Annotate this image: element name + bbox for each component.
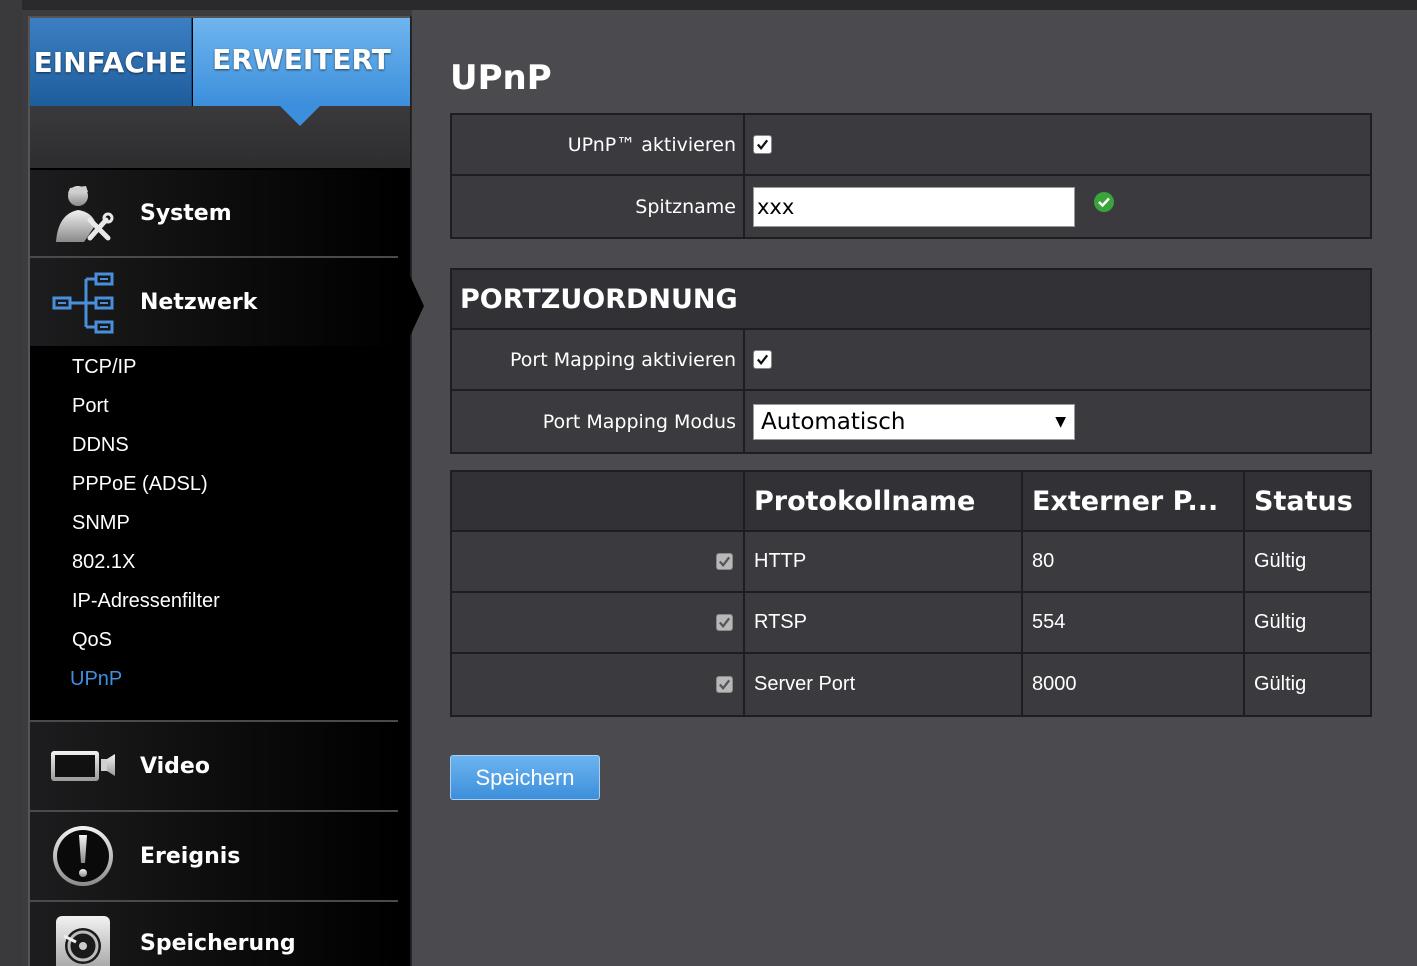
sidebar-item-snmp[interactable]: SNMP [72, 512, 130, 535]
table-row: RTSP 554 Gültig [452, 593, 1370, 654]
sidebar-item-8021x[interactable]: 802.1X [72, 551, 135, 574]
external-port-cell: 554 [1023, 593, 1245, 652]
sidebar: EINFACHE ERWEITERT System Netzwerk TCP/I… [28, 16, 424, 966]
protocol-cell: RTSP [745, 593, 1023, 652]
chevron-down-icon: ▼ [1055, 413, 1066, 430]
port-mapping-table: PORTZUORDNUNG Port Mapping aktivieren Po… [450, 268, 1372, 454]
status-cell: Gültig [1254, 673, 1307, 695]
sidebar-section-video[interactable]: Video [30, 722, 398, 810]
checkmark-icon [756, 139, 769, 151]
mode-tabs: EINFACHE ERWEITERT [30, 18, 410, 106]
sidebar-section-label: Video [140, 753, 210, 779]
sidebar-item-qos[interactable]: QoS [72, 629, 112, 652]
sidebar-item-tcpip[interactable]: TCP/IP [72, 356, 136, 379]
upnp-settings-table: UPnP™ aktivieren Spitzname xxx [450, 113, 1372, 239]
header-status[interactable]: Status [1245, 472, 1370, 530]
header-protocol[interactable]: Protokollname [745, 472, 1023, 530]
sidebar-section-network[interactable]: Netzwerk [30, 258, 398, 346]
upnp-enable-row: UPnP™ aktivieren [452, 115, 1370, 176]
sidebar-section-label: Ereignis [140, 843, 241, 869]
port-mapping-mode-row: Port Mapping Modus Automatisch ▼ [452, 391, 1370, 452]
camera-icon [48, 731, 118, 801]
port-mapping-section-title: PORTZUORDNUNG [452, 270, 1370, 330]
window-frame-left [0, 0, 22, 966]
nickname-label: Spitzname [452, 176, 745, 237]
sidebar-item-ddns[interactable]: DDNS [72, 434, 129, 457]
sidebar-item-pppoe[interactable]: PPPoE (ADSL) [72, 473, 208, 496]
external-port-cell: 80 [1023, 532, 1245, 591]
upnp-enable-checkbox[interactable] [753, 135, 772, 154]
row-checkbox [716, 676, 733, 693]
port-mapping-enable-row: Port Mapping aktivieren [452, 330, 1370, 391]
active-tab-indicator [280, 106, 320, 126]
port-mapping-mode-select[interactable]: Automatisch ▼ [753, 403, 1075, 440]
nickname-row: Spitzname xxx [452, 176, 1370, 237]
header-select-column [452, 472, 745, 530]
upnp-enable-label: UPnP™ aktivieren [452, 115, 745, 174]
page-title: UPnP [450, 58, 552, 98]
sidebar-item-port[interactable]: Port [72, 395, 109, 418]
sidebar-section-label: Speicherung [140, 930, 296, 956]
sidebar-item-upnp[interactable]: UPnP [70, 668, 122, 691]
sidebar-section-label: System [140, 200, 232, 226]
header-external-port[interactable]: Externer P... [1023, 472, 1245, 530]
tab-strip [30, 106, 410, 168]
select-value: Automatisch [761, 408, 906, 435]
tab-basic[interactable]: EINFACHE [30, 18, 192, 106]
checkmark-icon [718, 556, 731, 568]
port-mapping-enable-checkbox[interactable] [753, 350, 772, 369]
row-checkbox [716, 614, 733, 631]
row-checkbox [716, 553, 733, 570]
main-content: UPnP UPnP™ aktivieren Spitzname xxx PORT… [412, 10, 1417, 966]
table-row: HTTP 80 Gültig [452, 532, 1370, 593]
network-tree-icon [48, 268, 118, 338]
sidebar-section-system[interactable]: System [30, 170, 398, 256]
protocol-cell: Server Port [745, 654, 1023, 715]
nickname-input[interactable]: xxx [753, 186, 1075, 227]
checkmark-icon [718, 679, 731, 691]
external-port-cell: 8000 [1023, 654, 1245, 715]
status-cell: Gültig [1254, 611, 1307, 633]
active-section-indicator [410, 276, 424, 336]
admin-tools-icon [48, 178, 118, 248]
checkmark-icon [718, 617, 731, 629]
protocol-cell: HTTP [745, 532, 1023, 591]
tab-advanced[interactable]: ERWEITERT [193, 18, 410, 106]
table-row: Server Port 8000 Gültig [452, 654, 1370, 715]
sidebar-section-storage[interactable]: Speicherung [30, 902, 398, 966]
save-button[interactable]: Speichern [450, 755, 600, 800]
port-mapping-enable-label: Port Mapping aktivieren [452, 330, 745, 389]
window-frame-top [0, 0, 1417, 10]
disk-icon [48, 910, 118, 966]
table-header-row: Protokollname Externer P... Status [452, 472, 1370, 532]
sidebar-section-event[interactable]: Ereignis [30, 812, 398, 900]
sidebar-section-label: Netzwerk [140, 289, 258, 315]
check-circle-icon [1094, 191, 1114, 212]
port-mapping-mode-label: Port Mapping Modus [452, 391, 745, 452]
checkmark-icon [756, 354, 769, 366]
alert-icon [48, 821, 118, 891]
port-list-table: Protokollname Externer P... Status HTTP … [450, 470, 1372, 717]
status-cell: Gültig [1254, 550, 1307, 572]
sidebar-item-ip-filter[interactable]: IP-Adressenfilter [72, 590, 220, 613]
